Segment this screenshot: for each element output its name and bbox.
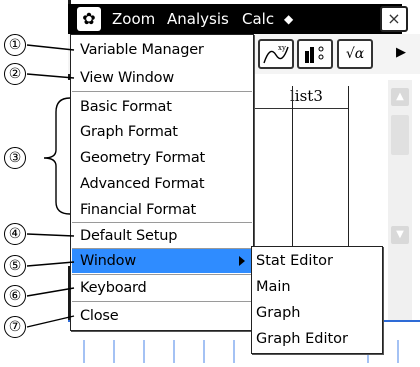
callout-5: ⑤ [4, 255, 26, 277]
callout-leaders [26, 44, 75, 328]
callout-6: ⑥ [4, 285, 26, 307]
callout-7: ⑦ [4, 316, 26, 338]
callout-1: ① [4, 34, 26, 56]
callout-4: ④ [4, 223, 26, 245]
callout-3: ③ [4, 147, 26, 169]
callout-2: ② [4, 63, 26, 85]
